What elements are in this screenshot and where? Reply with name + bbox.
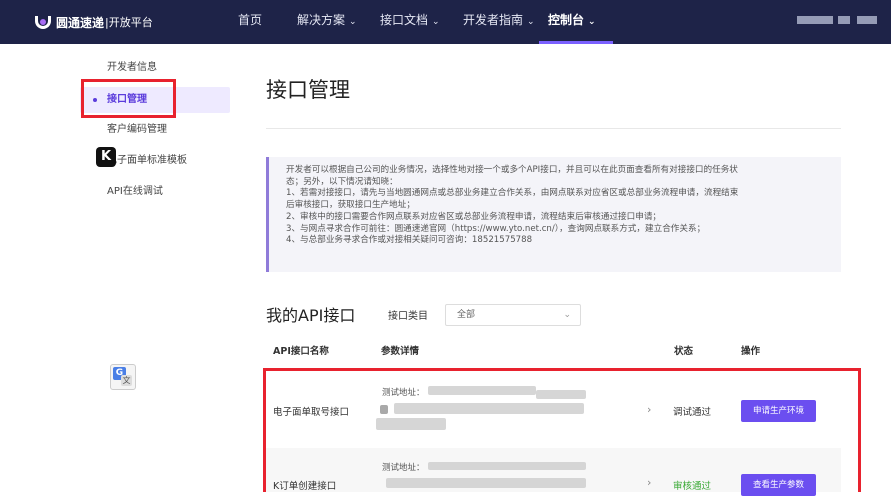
top-nav-bar: 圆通速递 |开放平台 首页 解决方案 ⌄ 接口文档 ⌄ 开发者指南 ⌄ 控制台 ⌄ [0, 0, 891, 44]
status-text: 审核通过 [673, 481, 712, 492]
sidebar-item-label: API在线调试 [107, 186, 163, 197]
table-header-status: 状态 [674, 346, 694, 357]
chevron-right-icon[interactable]: › [647, 403, 651, 416]
nav-active-indicator [539, 41, 613, 44]
category-select[interactable]: 全部 ⌄ [445, 304, 581, 326]
nav-solutions[interactable]: 解决方案 ⌄ [297, 0, 357, 44]
section-title: 我的API接口 [266, 306, 356, 325]
notice-line: 2、审核中的接口需要合作网点联系对应省区或总部业务流程申请，流程结束后审核通过接… [286, 211, 662, 222]
sidebar-item-label: 开发者信息 [107, 62, 157, 73]
notice-line: 开发者可以根据自己公司的业务情况，选择性地对接一个或多个API接口，并且可以在此… [286, 165, 738, 175]
translate-zh-glyph: 文 [121, 375, 132, 386]
notice-line: 4、与总部业务寻求合作或对接相关疑问可咨询：18521575788 [286, 235, 533, 246]
user-name-redacted[interactable] [797, 16, 833, 24]
view-production-params-button[interactable]: 查看生产参数 [741, 474, 816, 496]
nav-home-label: 首页 [238, 13, 263, 27]
sidebar-item-customer-code[interactable]: 客户编码管理 [80, 117, 230, 143]
api-name: 电子面单取号接口 [273, 407, 350, 418]
notice-line: 3、与网点寻求合作可前往：圆通速递官网（https://www.yto.net.… [286, 223, 706, 234]
nav-solutions-label: 解决方案 [297, 13, 346, 27]
nav-console[interactable]: 控制台 ⌄ [548, 0, 596, 44]
logo[interactable]: 圆通速递 |开放平台 [34, 10, 153, 34]
title-divider [266, 128, 841, 129]
apply-production-button[interactable]: 申请生产环境 [741, 400, 816, 422]
nav-api-docs-label: 接口文档 [380, 13, 429, 27]
sidebar-item-label: 接口管理 [107, 94, 147, 105]
page-title: 接口管理 [266, 78, 350, 102]
user-info-redacted [838, 16, 850, 24]
sidebar-item-label: 客户编码管理 [107, 124, 167, 135]
chevron-down-icon: ⌄ [588, 17, 596, 27]
chevron-down-icon: ⌄ [349, 17, 357, 27]
nav-dev-guide-label: 开发者指南 [463, 13, 524, 27]
redacted-value [380, 405, 388, 414]
k-badge-icon[interactable]: K [96, 147, 116, 167]
translate-icon[interactable]: G 文 [110, 364, 136, 390]
redacted-value [376, 418, 446, 430]
chevron-right-icon[interactable]: › [647, 476, 651, 489]
redacted-value [386, 478, 586, 488]
param-label: 测试地址： [382, 463, 425, 473]
yto-logo-icon [34, 13, 52, 31]
table-row: 电子面单取号接口 测试地址： › 调试通过 申请生产环境 [266, 370, 841, 448]
notice-box: 开发者可以根据自己公司的业务情况，选择性地对接一个或多个API接口，并且可以在此… [266, 157, 841, 272]
param-label: 测试地址： [382, 388, 425, 398]
redacted-value [394, 403, 584, 414]
table-header-action: 操作 [741, 346, 761, 357]
redacted-value [536, 390, 586, 399]
logo-subtitle: |开放平台 [105, 16, 153, 29]
redacted-value [428, 386, 536, 395]
table-header-name: API接口名称 [273, 346, 329, 357]
category-select-value: 全部 [457, 310, 476, 320]
chevron-down-icon: ⌄ [527, 17, 535, 27]
logo-text: 圆通速递 [56, 15, 105, 30]
redacted-value [428, 462, 586, 470]
sidebar-item-api-debug[interactable]: API在线调试 [80, 179, 230, 205]
notice-line: 后审核接口，获取接口生产地址； [286, 200, 415, 211]
filter-label: 接口类目 [388, 311, 428, 322]
chevron-down-icon: ⌄ [432, 17, 440, 27]
chevron-down-icon: ⌄ [563, 310, 571, 320]
notice-line: 1、若需对接接口，请先与当地圆通网点或总部业务建立合作关系，由网点联系对应省区或… [286, 188, 739, 199]
sidebar-item-developer-info[interactable]: 开发者信息 [80, 55, 230, 81]
api-name: K订单创建接口 [273, 481, 337, 492]
nav-home[interactable]: 首页 [238, 0, 262, 44]
nav-api-docs[interactable]: 接口文档 ⌄ [380, 0, 440, 44]
nav-console-label: 控制台 [548, 13, 585, 27]
status-text: 调试通过 [673, 407, 712, 418]
active-bullet-icon [93, 98, 97, 102]
table-header-params: 参数详情 [381, 346, 420, 357]
table-row: K订单创建接口 测试地址： › 审核通过 查看生产参数 [266, 448, 841, 496]
notice-line: 态；另外，以下情况请知晓： [286, 176, 398, 187]
sidebar-item-api-management[interactable]: 接口管理 [80, 87, 230, 113]
user-info-redacted [857, 16, 877, 24]
sidebar-item-label: 电子面单标准模板 [107, 155, 187, 166]
nav-dev-guide[interactable]: 开发者指南 ⌄ [463, 0, 535, 44]
